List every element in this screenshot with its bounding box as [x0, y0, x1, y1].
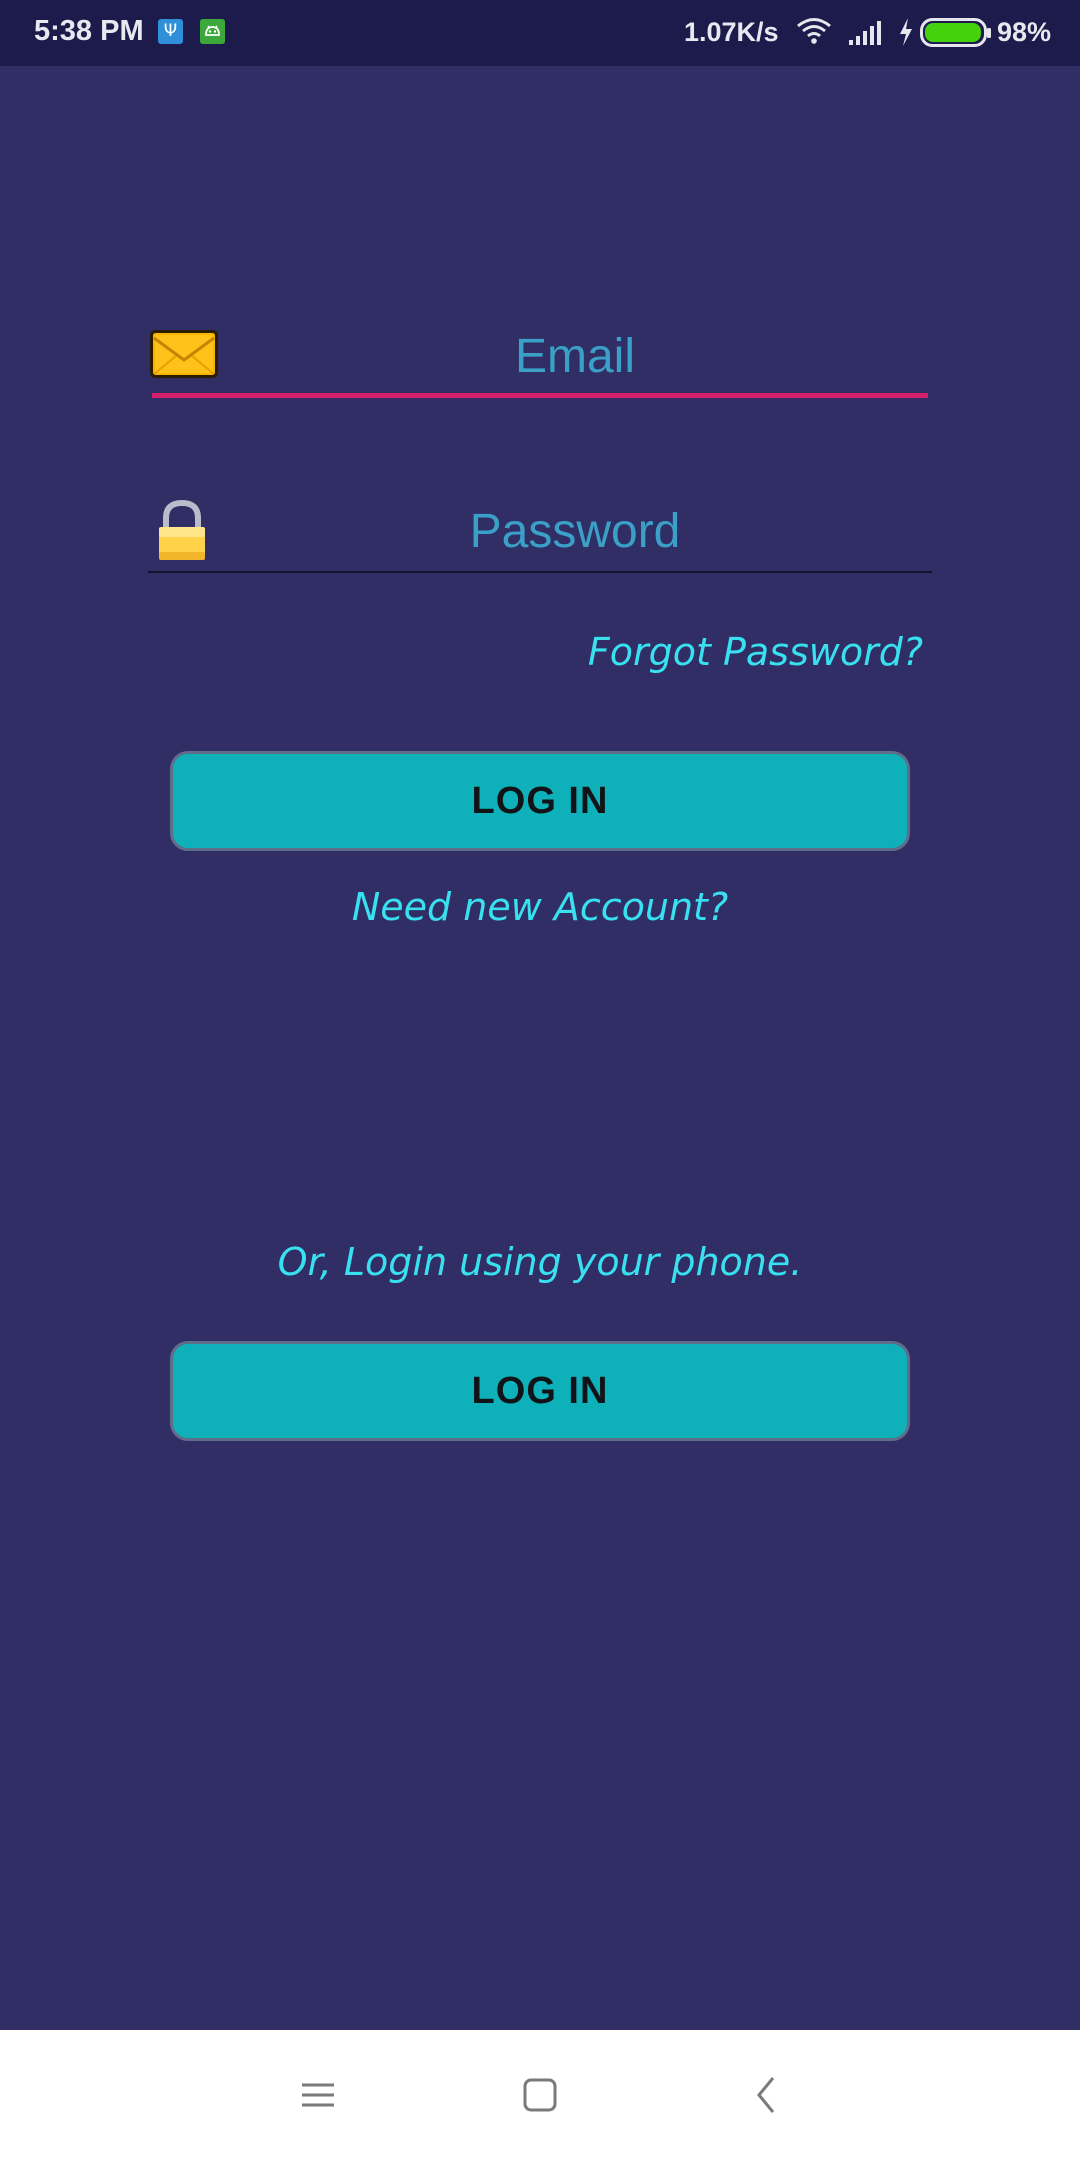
- battery-icon: [920, 18, 992, 53]
- email-input[interactable]: [220, 320, 930, 392]
- wifi-icon: [796, 16, 832, 51]
- phone-login-prompt: Or, Login using your phone.: [277, 1240, 803, 1284]
- battery-percent: 98%: [997, 17, 1052, 47]
- navigation-bar: [0, 2030, 1080, 2160]
- home-icon[interactable]: [510, 2065, 570, 2125]
- charging-icon: [897, 17, 915, 52]
- battery-fill: [925, 23, 981, 42]
- android-icon: [200, 19, 225, 44]
- lock-icon: [156, 499, 208, 567]
- forgot-password-link[interactable]: Forgot Password?: [588, 630, 923, 674]
- signal-icon: [848, 18, 884, 51]
- menu-icon[interactable]: [288, 2065, 348, 2125]
- login-screen: 5:38 PM Ψ 1.07K/s 98% Email Forgot Passw…: [0, 0, 1080, 2160]
- usb-debug-icon: Ψ: [158, 19, 183, 44]
- back-icon[interactable]: [737, 2065, 797, 2125]
- email-field-container: [150, 320, 930, 400]
- email-underline: [152, 393, 928, 398]
- login-button[interactable]: LOG IN: [170, 751, 910, 851]
- password-underline: [148, 571, 932, 573]
- new-account-link[interactable]: Need new Account?: [0, 885, 1080, 929]
- envelope-icon: [150, 330, 218, 383]
- phone-login-button[interactable]: LOG IN: [170, 1341, 910, 1441]
- password-field-container: [148, 495, 932, 575]
- network-speed: 1.07K/s: [684, 17, 779, 47]
- password-input[interactable]: [220, 495, 930, 567]
- status-bar: 5:38 PM Ψ 1.07K/s 98%: [0, 0, 1080, 66]
- status-time: 5:38 PM: [34, 15, 144, 47]
